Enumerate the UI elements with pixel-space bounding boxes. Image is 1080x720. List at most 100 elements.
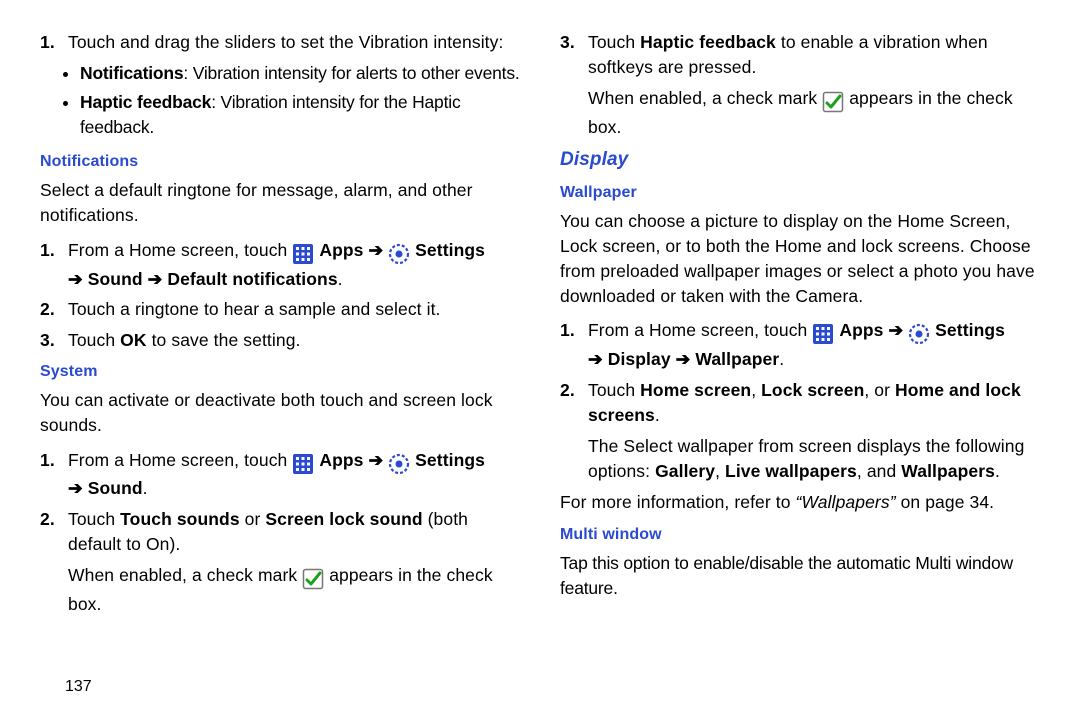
default-notif-label: Default notifications xyxy=(162,269,337,289)
bullet-rest: : Vibration intensity for alerts to othe… xyxy=(183,63,519,83)
apps-label: Apps xyxy=(319,240,363,260)
step-pre: From a Home screen, touch xyxy=(588,320,812,340)
bullet-term: Notifications xyxy=(80,63,183,83)
comma: , xyxy=(715,461,725,481)
wallpaper-step-2: 2. Touch Home screen, Lock screen, or Ho… xyxy=(588,378,1040,483)
step-number: 1. xyxy=(560,318,575,343)
step-number: 1. xyxy=(40,30,55,55)
step-pre: Touch xyxy=(68,509,120,529)
system-intro: You can activate or deactivate both touc… xyxy=(40,388,520,438)
system-step-1: 1. From a Home screen, touch Apps ➔ Sett… xyxy=(68,448,520,502)
notif-step-1: 1. From a Home screen, touch Apps ➔ Sett… xyxy=(68,238,520,292)
wallpaper-intro: You can choose a picture to display on t… xyxy=(560,209,1040,308)
system-step-2: 2. Touch Touch sounds or Screen lock sou… xyxy=(68,507,520,616)
haptic-feedback-label: Haptic feedback xyxy=(640,32,776,52)
system-heading: System xyxy=(40,361,520,384)
live-wallpapers-label: Live wallpapers xyxy=(725,461,857,481)
wallpaper-step-1: 1. From a Home screen, touch Apps ➔ Sett… xyxy=(588,318,1040,372)
step-number: 2. xyxy=(40,507,55,532)
step-text: Touch and drag the sliders to set the Vi… xyxy=(68,32,503,52)
bullet-notifications: Notifications: Vibration intensity for a… xyxy=(80,61,520,86)
left-column: 1. Touch and drag the sliders to set the… xyxy=(40,30,520,623)
step-number: 2. xyxy=(40,297,55,322)
step-text: Touch a ringtone to hear a sample and se… xyxy=(68,299,441,319)
apps-label: Apps xyxy=(839,320,883,340)
apps-grid-icon xyxy=(812,322,834,347)
apps-label: Apps xyxy=(319,450,363,470)
display-label: Display xyxy=(603,349,676,369)
vibration-bullets: Notifications: Vibration intensity for a… xyxy=(40,61,520,140)
ok-label: OK xyxy=(120,330,146,350)
apps-grid-icon xyxy=(292,242,314,267)
dot: . xyxy=(779,349,784,369)
checkmark-icon xyxy=(822,90,844,115)
lock-screen-label: Lock screen xyxy=(761,380,864,400)
dot: . xyxy=(655,405,660,425)
wallpaper-label: Wallpaper xyxy=(690,349,779,369)
bullet-haptic: Haptic feedback: Vibration intensity for… xyxy=(80,90,520,140)
step-1: 1. Touch and drag the sliders to set the… xyxy=(68,30,520,55)
arrow: ➔ xyxy=(148,269,163,289)
step-text-pre: From a Home screen, touch xyxy=(68,240,292,260)
step-rest: to save the setting. xyxy=(147,330,301,350)
wallpaper-xref: For more information, refer to “Wallpape… xyxy=(560,490,1040,515)
notifications-intro: Select a default ringtone for message, a… xyxy=(40,178,520,228)
step-number: 2. xyxy=(560,378,575,403)
apps-grid-icon xyxy=(292,452,314,477)
screen-lock-sound-label: Screen lock sound xyxy=(265,509,422,529)
comma-or: , or xyxy=(864,380,895,400)
arrow: ➔ xyxy=(588,349,603,369)
two-column-layout: 1. Touch and drag the sliders to set the… xyxy=(40,30,1040,623)
notifications-steps: 1. From a Home screen, touch Apps ➔ Sett… xyxy=(40,238,520,353)
wallpaper-steps: 1. From a Home screen, touch Apps ➔ Sett… xyxy=(560,318,1040,483)
wallpapers-label: Wallpapers xyxy=(901,461,995,481)
step-number: 3. xyxy=(40,328,55,353)
haptic-step-3: 3. Touch Haptic feedback to enable a vib… xyxy=(588,30,1040,139)
sound-label: Sound xyxy=(83,478,143,498)
step-number: 3. xyxy=(560,30,575,55)
cont-a: When enabled, a check mark xyxy=(68,565,302,585)
haptic-steps: 3. Touch Haptic feedback to enable a vib… xyxy=(560,30,1040,139)
sound-label: Sound xyxy=(83,269,148,289)
home-screen-label: Home screen xyxy=(640,380,751,400)
wallpaper-heading: Wallpaper xyxy=(560,182,1040,205)
xref-quote: “Wallpapers” xyxy=(796,492,896,512)
settings-gear-icon xyxy=(388,242,410,267)
step-continuation: The Select wallpaper from screen display… xyxy=(588,434,1040,484)
page-number: 137 xyxy=(65,678,92,696)
notif-step-2: 2. Touch a ringtone to hear a sample and… xyxy=(68,297,520,322)
manual-page: 1. Touch and drag the sliders to set the… xyxy=(0,0,1080,720)
notif-step-3: 3. Touch OK to save the setting. xyxy=(68,328,520,353)
gallery-label: Gallery xyxy=(655,461,715,481)
step-text-pre: From a Home screen, touch xyxy=(68,450,292,470)
dot: . xyxy=(995,461,1000,481)
vibration-steps: 1. Touch and drag the sliders to set the… xyxy=(40,30,520,55)
step-number: 1. xyxy=(40,238,55,263)
checkmark-icon xyxy=(302,567,324,592)
settings-gear-icon xyxy=(908,322,930,347)
step-continuation: When enabled, a check mark appears in th… xyxy=(588,86,1040,140)
step-continuation: When enabled, a check mark appears in th… xyxy=(68,563,520,617)
multi-window-heading: Multi window xyxy=(560,524,1040,547)
arrow: ➔ xyxy=(368,450,383,470)
right-column: 3. Touch Haptic feedback to enable a vib… xyxy=(560,30,1040,623)
step-pre: Touch xyxy=(588,380,640,400)
step-number: 1. xyxy=(40,448,55,473)
touch-sounds-label: Touch sounds xyxy=(120,509,239,529)
notifications-heading: Notifications xyxy=(40,151,520,174)
comma-and: , and xyxy=(857,461,901,481)
comma: , xyxy=(751,380,761,400)
step-pre: Touch xyxy=(588,32,640,52)
settings-gear-icon xyxy=(388,452,410,477)
cont-a: When enabled, a check mark xyxy=(588,88,822,108)
arrow: ➔ xyxy=(676,349,691,369)
system-steps: 1. From a Home screen, touch Apps ➔ Sett… xyxy=(40,448,520,617)
or: or xyxy=(240,509,266,529)
settings-label: Settings xyxy=(415,450,485,470)
xref-a: For more information, refer to xyxy=(560,492,796,512)
settings-label: Settings xyxy=(935,320,1005,340)
multi-window-intro: Tap this option to enable/disable the au… xyxy=(560,551,1040,601)
dot: . xyxy=(143,478,148,498)
arrow: ➔ xyxy=(368,240,383,260)
display-heading: Display xyxy=(560,147,1040,174)
